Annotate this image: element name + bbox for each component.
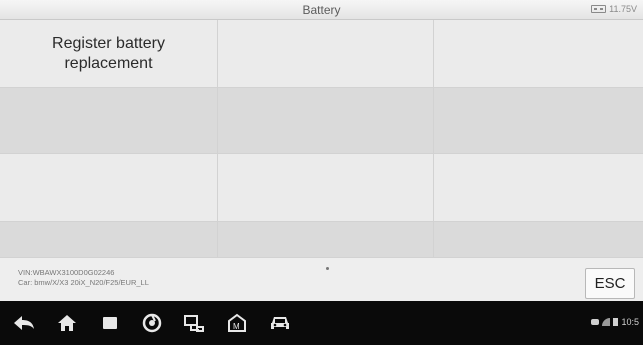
function-tile [218,88,434,154]
esc-button[interactable]: ESC [585,268,635,299]
function-tile [434,154,643,222]
back-icon[interactable] [12,311,36,335]
function-grid: Register battery replacement [0,20,643,258]
browser-icon[interactable] [140,311,164,335]
recent-apps-icon[interactable] [98,311,122,335]
function-tile [0,88,218,154]
android-navigation-bar: M 10:5 [0,301,643,345]
battery-voltage-indicator: 11.75V [591,4,637,14]
page-indicator-dot [326,267,329,270]
function-tile [0,154,218,222]
car-icon[interactable] [268,311,292,335]
svg-text:M: M [233,322,240,331]
function-tile [0,222,218,258]
page-title: Battery [302,3,341,17]
vehicle-info-footer: VIN:WBAWX3100D0G02246 Car: bmw/X/X3 20iX… [0,258,643,301]
voltage-value: 11.75V [609,4,637,14]
function-tile-label: Register battery replacement [52,34,165,72]
wifi-icon [602,318,611,326]
car-battery-icon [591,5,607,13]
vci-icon[interactable] [182,311,206,335]
function-tile [218,222,434,258]
function-tile [218,154,434,222]
function-tile [218,20,434,88]
function-tile [434,88,643,154]
home-icon[interactable] [55,311,79,335]
maxisys-home-icon[interactable]: M [225,311,249,335]
vin-text: VIN:WBAWX3100D0G02246 [18,268,115,277]
vehicle-info: VIN:WBAWX3100D0G02246 Car: bmw/X/X3 20iX… [18,268,149,288]
title-bar: Battery 11.75V [0,0,643,20]
clock: 10:5 [621,317,639,327]
function-tile [434,222,643,258]
function-tile [434,20,643,88]
function-tile[interactable]: Register battery replacement [0,20,218,88]
status-area: 10:5 [591,317,639,327]
battery-icon [613,318,619,326]
car-text: Car: bmw/X/X3 20iX_N20/F25/EUR_LL [18,278,149,287]
chat-icon [591,319,600,325]
